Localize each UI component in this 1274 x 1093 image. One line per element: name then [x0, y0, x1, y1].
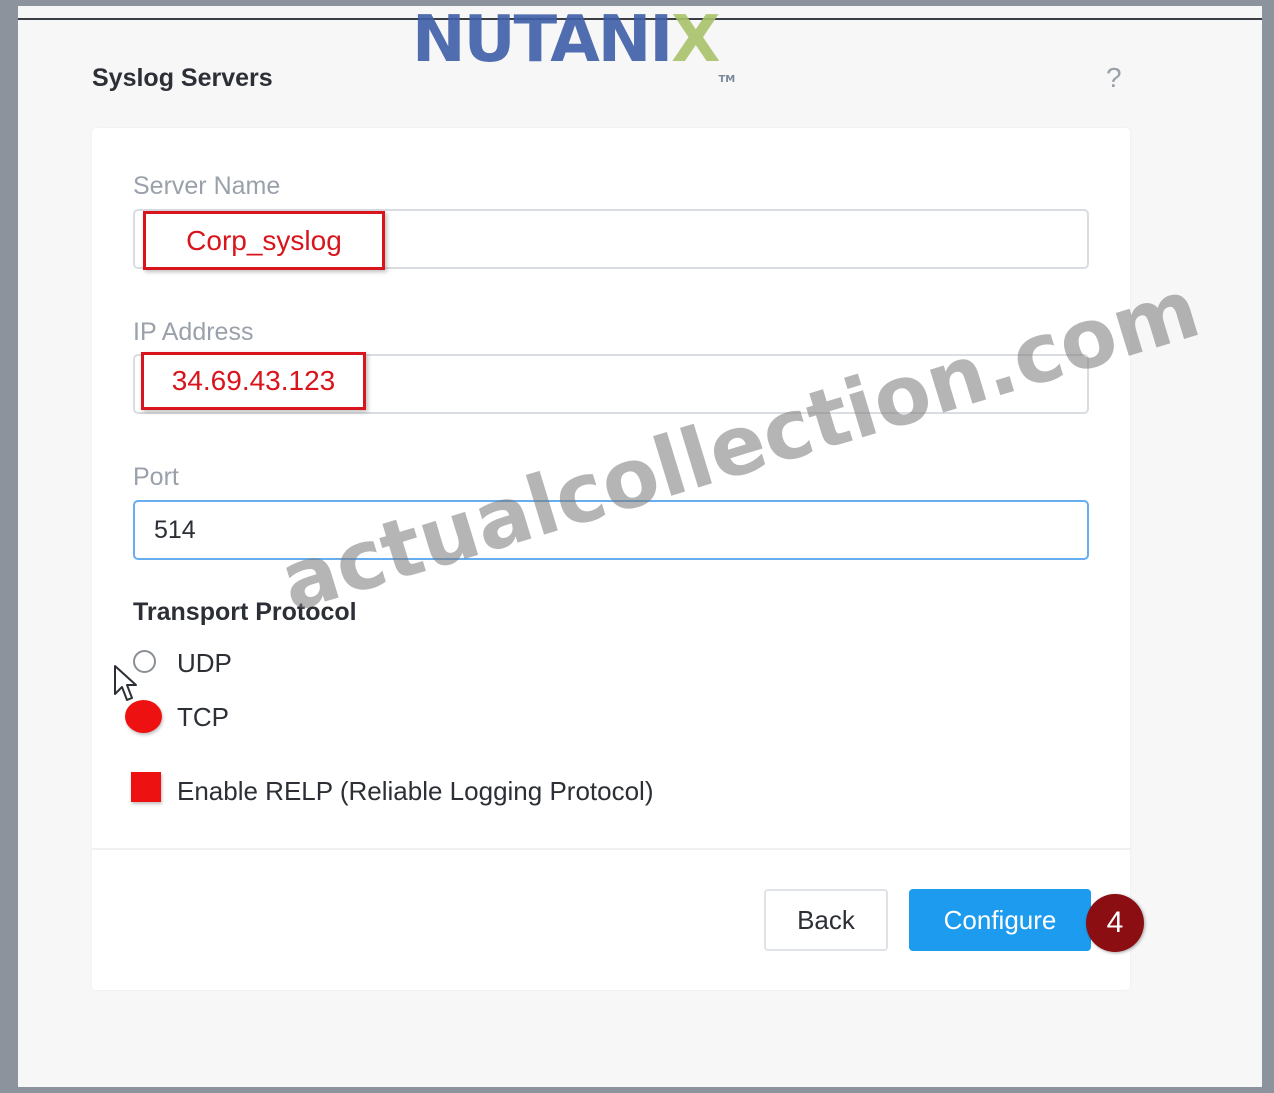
port-label: Port — [133, 463, 179, 491]
logo-trademark: TM — [718, 74, 736, 85]
port-input[interactable] — [133, 500, 1089, 560]
relp-checkbox[interactable] — [131, 772, 161, 802]
transport-protocol-label: Transport Protocol — [133, 598, 357, 626]
ip-address-label: IP Address — [133, 318, 254, 346]
udp-label[interactable]: UDP — [177, 648, 232, 679]
logo-x: X — [671, 3, 720, 77]
server-name-label: Server Name — [133, 172, 281, 200]
relp-label[interactable]: Enable RELP (Reliable Logging Protocol) — [177, 776, 653, 807]
logo-text: NUTANI — [412, 3, 673, 77]
step-badge: 4 — [1086, 894, 1144, 952]
tcp-label[interactable]: TCP — [177, 702, 229, 733]
dialog-title: Syslog Servers — [92, 64, 273, 92]
radio-tcp[interactable] — [125, 700, 162, 733]
mouse-pointer-icon — [114, 665, 137, 701]
port-value: 514 — [154, 516, 196, 544]
footer-divider — [92, 848, 1130, 850]
server-name-value: Corp_syslog — [143, 211, 385, 270]
ip-address-value: 34.69.43.123 — [141, 352, 366, 410]
nutanix-logo: NUTANIXTM — [412, 8, 735, 85]
help-icon[interactable]: ? — [1106, 62, 1122, 94]
back-button[interactable]: Back — [764, 889, 888, 951]
configure-button[interactable]: Configure — [909, 889, 1091, 951]
